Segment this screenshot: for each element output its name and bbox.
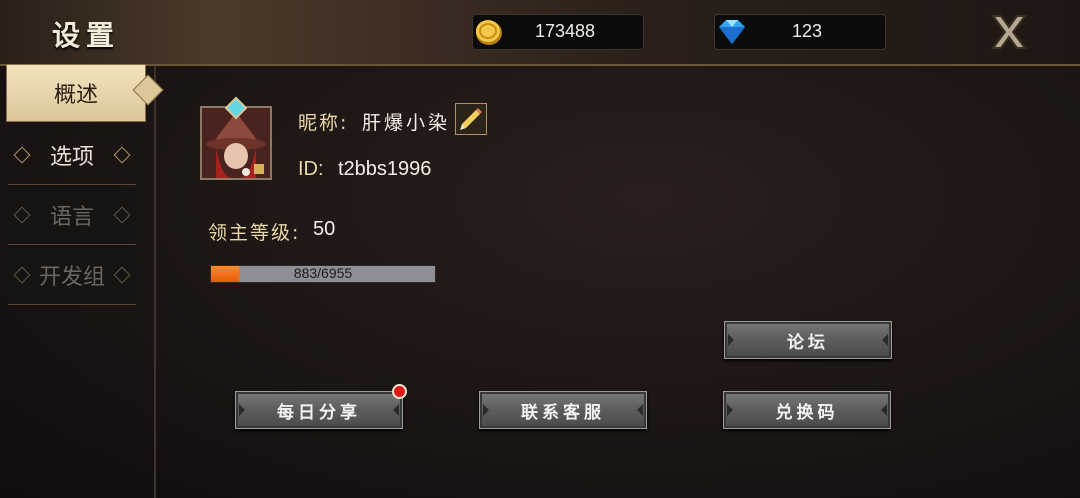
pencil-icon: [460, 108, 482, 130]
sidebar-item-label: 概述: [53, 83, 98, 108]
sidebar-item-dev-team[interactable]: 开发组: [8, 246, 136, 305]
daily-share-button-label: 每日分享: [277, 402, 361, 423]
header-bar: 设置 173488 123: [0, 0, 1080, 66]
forum-button[interactable]: 论坛: [724, 321, 892, 359]
nickname-value: 肝爆小染: [362, 112, 451, 134]
sidebar: 概述 选项 语言 开发组: [0, 64, 154, 498]
id-label: ID:: [298, 158, 324, 180]
diamond-counter: 123: [714, 14, 886, 50]
redeem-code-button-label: 兑换码: [775, 402, 839, 423]
diamond-value: 123: [791, 21, 823, 41]
notification-dot: [392, 384, 407, 399]
lord-level-value: 50: [313, 218, 336, 240]
sidebar-item-label: 开发组: [38, 265, 105, 290]
customer-service-button-label: 联系客服: [521, 402, 605, 423]
diamond-ornament-icon: [113, 266, 131, 284]
diamond-ornament-icon: [13, 146, 31, 164]
forum-button-label: 论坛: [787, 332, 829, 353]
customer-service-button[interactable]: 联系客服: [479, 391, 647, 429]
diamond-ornament-icon: [13, 206, 31, 224]
page-title: 设置: [52, 19, 121, 52]
sidebar-item-label: 选项: [49, 145, 94, 170]
sidebar-item-overview[interactable]: 概述: [6, 64, 146, 122]
sidebar-divider: [154, 66, 156, 498]
xp-progress-bar: 883/6955: [210, 265, 436, 283]
close-button[interactable]: [982, 10, 1036, 54]
sidebar-item-language[interactable]: 语言: [8, 186, 136, 245]
nickname-label: 昵称:: [298, 112, 349, 134]
gold-value: 173488: [534, 21, 596, 41]
diamond-ornament-icon: [113, 206, 131, 224]
edit-nickname-button[interactable]: [455, 103, 487, 135]
daily-share-button[interactable]: 每日分享: [235, 391, 403, 429]
id-value: t2bbs1996: [338, 158, 432, 180]
xp-progress-text: 883/6955: [293, 265, 353, 281]
redeem-code-button[interactable]: 兑换码: [723, 391, 891, 429]
diamond-ornament-icon: [13, 266, 31, 284]
diamond-ornament-icon: [113, 146, 131, 164]
close-icon: [991, 15, 1027, 49]
lord-level-label: 领主等级:: [208, 222, 301, 244]
gold-counter: 173488: [472, 14, 644, 50]
sidebar-item-label: 语言: [49, 205, 94, 230]
sidebar-item-options[interactable]: 选项: [8, 126, 136, 185]
